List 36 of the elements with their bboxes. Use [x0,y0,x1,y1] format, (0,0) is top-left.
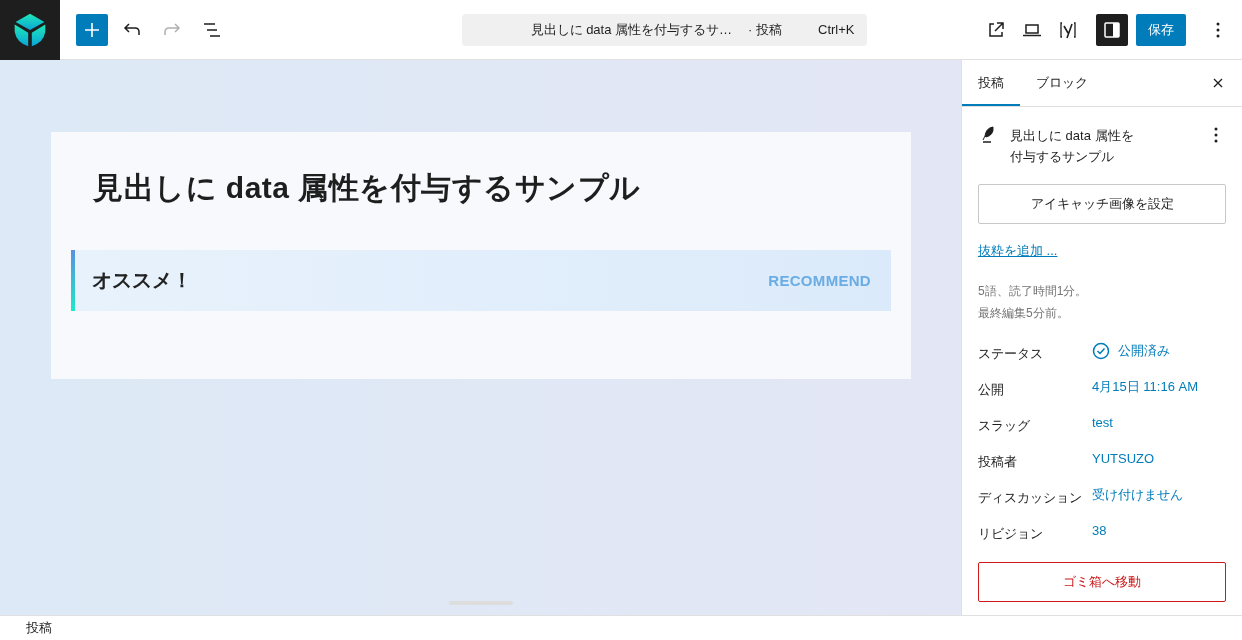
command-bar[interactable]: 見出しに data 属性を付与するサ… · 投稿 Ctrl+K [461,13,867,46]
site-logo-icon[interactable] [0,0,60,60]
field-value-link[interactable]: 4月15日 11:16 AM [1092,372,1204,398]
field-label: リビジョン [978,525,1044,543]
check-circle-icon [1092,341,1110,360]
callout-label: RECOMMEND [768,272,871,289]
post-stats-text: 最終編集5分前。 [978,305,1070,322]
field-value-link[interactable]: 38 [1092,516,1113,542]
status-text: 公開済み [1118,342,1170,360]
post-title-text: 見出しに data 属性を付与するサ… [529,20,733,39]
add-block-button[interactable] [76,13,108,46]
post-title-text: 見出しに data 属性を付与するサンプル [1010,127,1135,166]
post-title[interactable]: 見出しに data 属性を付与するサンプル [93,170,891,206]
sidebar-tab[interactable]: 投稿 [962,60,1020,106]
field-value-link[interactable]: test [1092,408,1119,434]
status-button[interactable]: 公開済み [1092,336,1176,362]
field-value-link[interactable]: YUTSUZO [1092,444,1161,470]
field-label: 公開 [978,381,1005,399]
save-button[interactable]: 保存 [1136,13,1186,46]
field-label: ステータス [978,345,1044,363]
move-to-trash-button[interactable]: ゴミ箱へ移動 [978,562,1226,602]
field-label: ディスカッション [978,489,1083,507]
post-type-text: · 投稿 [748,20,782,39]
callout-heading: オススメ！ [92,268,192,293]
sidebar-tab[interactable]: ブロック [1020,60,1104,106]
featured-image-button[interactable]: アイキャッチ画像を設定 [978,184,1226,224]
field-value-link[interactable]: 受け付けません [1092,480,1189,506]
callout-block[interactable]: オススメ！ RECOMMEND [71,250,891,311]
post-stats-text: 5語、読了時間1分。 [978,283,1089,300]
sidebar-icon [1102,19,1122,40]
shortcut-text: Ctrl+K [818,22,855,37]
field-label: 投稿者 [978,453,1018,471]
field-label: スラッグ [978,417,1031,435]
add-excerpt-link[interactable]: 抜粋を追加 ... [978,242,1058,260]
sidebar-toggle-button[interactable] [1096,13,1128,46]
breadcrumb-link[interactable]: 投稿 [26,619,52,637]
